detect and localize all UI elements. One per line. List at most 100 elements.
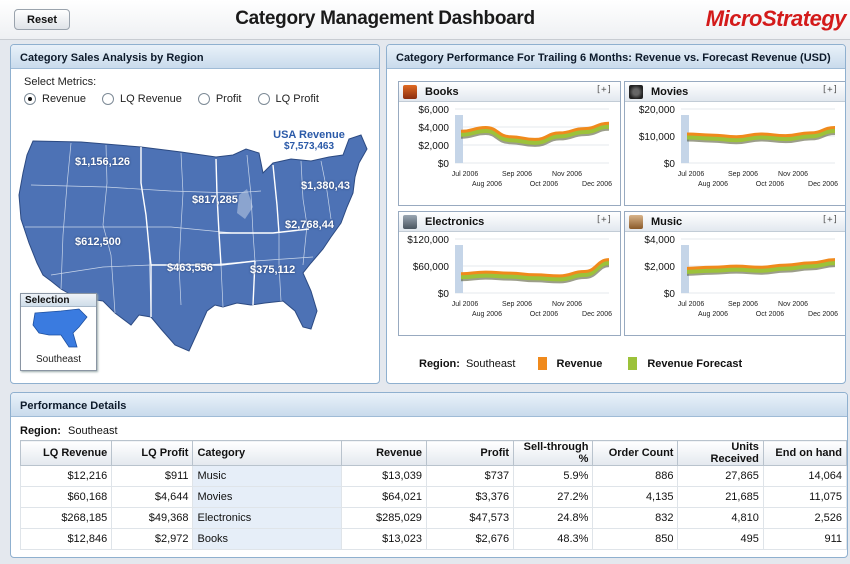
usa-revenue-label: USA Revenue: [273, 129, 345, 141]
region-value-mid-atlantic[interactable]: $2,768,44: [285, 219, 334, 231]
radio-label: Profit: [215, 93, 242, 105]
tile-title: Music: [651, 215, 683, 228]
column-header[interactable]: LQ Profit: [111, 440, 194, 466]
radio-lq-profit[interactable]: LQ Profit: [257, 93, 319, 105]
region-value-central[interactable]: $817,285: [192, 194, 238, 206]
page-title: Category Management Dashboard: [235, 8, 535, 29]
tile-header: Books [+]: [399, 82, 620, 102]
selection-box[interactable]: Selection Southeast: [20, 293, 97, 371]
radio-revenue[interactable]: Revenue: [24, 93, 86, 105]
y-tick-label: $0: [664, 289, 676, 300]
y-tick-label: $10,000: [639, 132, 676, 143]
metric-radio-group: Revenue LQ Revenue Profit LQ Profit: [24, 93, 335, 105]
table-cell: $64,021: [340, 486, 427, 508]
column-header[interactable]: Order Count: [592, 440, 679, 466]
category-sales-map-panel: Category Sales Analysis by Region Select…: [10, 44, 380, 384]
column-header[interactable]: Profit: [425, 440, 515, 466]
reset-button[interactable]: Reset: [14, 9, 70, 30]
y-tick-label: $2,000: [418, 141, 449, 152]
x-tick-label: Sep 2006: [728, 171, 758, 178]
expand-button[interactable]: [+]: [822, 85, 838, 95]
table-cell: 495: [677, 528, 764, 550]
movies-icon: [629, 84, 643, 99]
radio-button[interactable]: [102, 93, 115, 105]
trend-tile-music: Music [+] $4,000 $2,000 $0 Jul 2006 Sep 2006…: [624, 211, 845, 336]
x-tick-label: Aug 2006: [698, 181, 728, 188]
table-row[interactable]: $12,846 $2,972 Books $13,023 $2,676 48.3% 850 4…: [19, 528, 847, 550]
region-value-southwest[interactable]: $612,500: [75, 236, 121, 248]
table-cell: 24.8%: [513, 507, 594, 529]
table-cell: 850: [592, 528, 679, 550]
column-header[interactable]: Sell-through %: [513, 440, 594, 466]
table-row[interactable]: $268,185 $49,368 Electronics $285,029 $47,57…: [19, 507, 847, 529]
category-cell: Electronics: [192, 507, 342, 529]
expand-button[interactable]: [+]: [822, 215, 838, 225]
radio-button[interactable]: [24, 93, 36, 105]
details-region: Region: Southeast: [20, 425, 118, 437]
column-header[interactable]: Revenue: [340, 440, 427, 466]
revenue-swatch: [537, 357, 547, 370]
region-value-northwest[interactable]: $1,156,126: [75, 156, 130, 168]
selection-title: Selection: [21, 294, 96, 307]
tile-title: Movies: [651, 85, 689, 98]
radio-profit[interactable]: Profit: [197, 93, 242, 105]
trend-tile-electronics: Electronics [+] $120,000 $60,000 $0 Jul 200…: [398, 211, 621, 336]
x-tick-label: Nov 2006: [552, 171, 582, 178]
x-tick-label: Dec 2006: [808, 181, 838, 188]
column-header[interactable]: End on hand: [762, 440, 847, 466]
expand-button[interactable]: [+]: [596, 85, 612, 95]
column-header[interactable]: Category: [192, 440, 342, 466]
table-row[interactable]: $12,216 $911 Music $13,039 $737 5.9% 886 27,865…: [19, 465, 847, 487]
table-cell: $737: [425, 465, 515, 487]
radio-button[interactable]: [197, 93, 210, 105]
table-cell: $47,573: [425, 507, 515, 529]
y-tick-label: $0: [438, 289, 450, 300]
radio-button[interactable]: [257, 93, 270, 105]
y-tick-label: $20,000: [639, 105, 676, 116]
x-tick-label: Aug 2006: [472, 311, 502, 318]
trend-tile-movies: Movies [+] $20,000 $10,000 $0 Jul 2006 Sep 2…: [624, 81, 845, 206]
microstrategy-logo: MicroStrategy: [705, 6, 847, 31]
category-cell: Movies: [192, 486, 342, 508]
table-cell: $13,039: [340, 465, 427, 487]
table-cell: 911: [762, 528, 847, 550]
table-cell: 886: [592, 465, 679, 487]
performance-details-panel: Performance Details Region: Southeast LQ…: [10, 392, 848, 558]
x-tick-label: Nov 2006: [778, 171, 808, 178]
music-icon: [629, 214, 643, 229]
region-value-southeast[interactable]: $375,112: [250, 264, 295, 276]
x-tick-label: Sep 2006: [502, 301, 532, 308]
x-tick-label: Oct 2006: [530, 311, 559, 318]
table-cell: $268,185: [19, 507, 113, 529]
x-tick-label: Jul 2006: [452, 171, 479, 178]
x-tick-label: Jul 2006: [452, 301, 479, 308]
radio-label: Revenue: [42, 93, 87, 105]
selected-region-thumbnail: [32, 308, 88, 348]
table-cell: $2,676: [425, 528, 515, 550]
column-header[interactable]: Units Received: [677, 440, 764, 466]
tile-title: Books: [425, 85, 459, 98]
column-header[interactable]: LQ Revenue: [19, 440, 113, 466]
x-tick-label: Nov 2006: [778, 301, 808, 308]
performance-table: LQ Revenue LQ Profit Category Revenue Pr…: [19, 440, 847, 550]
y-tick-label: $6,000: [418, 105, 449, 116]
x-tick-label: Dec 2006: [582, 181, 612, 188]
x-tick-label: Oct 2006: [756, 311, 785, 318]
history-band: [455, 245, 463, 293]
table-row[interactable]: $60,168 $4,644 Movies $64,021 $3,376 27.2% 4,1…: [19, 486, 847, 508]
trend-tile-books: Books [+] $6,000 $4,000 $2,000 $0 Jul 2006 Se…: [398, 81, 621, 206]
table-cell: 27.2%: [513, 486, 594, 508]
tile-header: Movies [+]: [625, 82, 845, 102]
y-tick-label: $2,000: [644, 262, 675, 273]
category-performance-panel: Category Performance For Trailing 6 Mont…: [386, 44, 846, 384]
legend-region-value: Southeast: [465, 357, 516, 370]
expand-button[interactable]: [+]: [596, 215, 612, 225]
radio-lq-revenue[interactable]: LQ Revenue: [102, 93, 182, 105]
music-trend-chart: $4,000 $2,000 $0Jul 2006 Sep 2006 Nov 2006 Au…: [644, 235, 838, 318]
x-tick-label: Nov 2006: [552, 301, 582, 308]
x-tick-label: Sep 2006: [728, 301, 758, 308]
table-cell: 4,810: [677, 507, 764, 529]
table-cell: 27,865: [677, 465, 764, 487]
region-value-northeast[interactable]: $1,380,43: [301, 180, 350, 192]
region-value-south-central[interactable]: $463,556: [167, 262, 213, 274]
